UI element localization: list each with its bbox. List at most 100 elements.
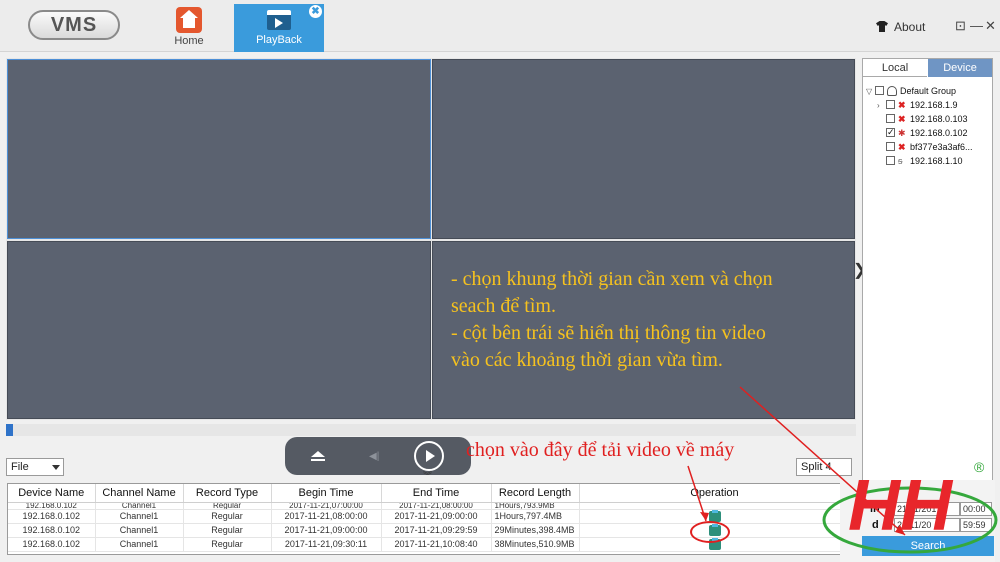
split-select[interactable]: Split 4 <box>796 458 852 476</box>
cell-channel: Channel1 <box>95 502 184 510</box>
search-button[interactable]: Search <box>862 536 994 556</box>
cell-type: Regular <box>183 537 272 552</box>
tab-local[interactable]: Local <box>863 59 927 77</box>
camera-icon: ᵴ <box>898 156 903 166</box>
begin-time-input[interactable]: 00:00 <box>960 502 992 516</box>
camera-offline-icon: ✖ <box>898 114 906 124</box>
video-grid: - chọn khung thời gian cần xem và chọn s… <box>6 58 856 420</box>
video-pane-2[interactable] <box>432 59 855 239</box>
previous-frame-icon[interactable]: ◀| <box>369 451 379 462</box>
col-device-name[interactable]: Device Name <box>8 484 96 503</box>
cell-begin: 2017-11-21,08:00:00 <box>271 509 382 524</box>
expand-icon[interactable]: › <box>877 100 886 112</box>
tree-item-device[interactable]: ✖ bf377e3a3af6... <box>886 141 973 153</box>
video-pane-1[interactable] <box>7 59 431 239</box>
device-label: 192.168.1.10 <box>910 156 963 166</box>
device-label: bf377e3a3af6... <box>910 142 973 152</box>
instruction-line-2: seach để tìm. <box>451 295 556 317</box>
restore-window-icon[interactable]: ⊡ <box>955 18 966 34</box>
split-select-value: Split 4 <box>801 461 832 473</box>
instruction-overlay: - chọn khung thời gian cần xem và chọn s… <box>451 266 861 374</box>
cell-end: 2017-11-21,10:08:40 <box>381 537 492 552</box>
cell-end: 2017-11-21,09:00:00 <box>381 509 492 524</box>
group-checkbox[interactable] <box>875 86 884 95</box>
title-bar: VMS Home PlayBack ✖ About ⊡ — ✕ <box>0 0 1000 52</box>
end-time-input[interactable]: 59:59 <box>960 518 992 532</box>
cell-length: 38Minutes,510.9MB <box>491 537 580 552</box>
expand-down-icon[interactable]: ︾ <box>423 472 433 481</box>
table-row[interactable]: 192.168.0.102 Channel1 Regular 2017-11-2… <box>8 502 851 510</box>
col-channel-name[interactable]: Channel Name <box>95 484 184 503</box>
cell-begin: 2017-11-21,09:30:11 <box>271 537 382 552</box>
record-table: Device Name Channel Name Record Type Beg… <box>7 483 855 555</box>
about-label: About <box>894 20 926 34</box>
file-select-value: File <box>11 461 29 473</box>
tab-close-icon[interactable]: ✖ <box>309 5 322 18</box>
tree-item-device[interactable]: › ✖ 192.168.1.9 <box>877 99 958 111</box>
tree-item-device[interactable]: ᵴ 192.168.1.10 <box>886 155 963 167</box>
device-checkbox[interactable] <box>886 142 895 151</box>
camera-offline-icon: ✖ <box>898 142 906 152</box>
cell-length: 1Hours,793.9MB <box>491 502 580 510</box>
shirt-icon <box>876 21 888 32</box>
panel-tabs: Local Device <box>863 59 992 77</box>
device-panel: Local Device ▽ Default Group › ✖ 192.168.1.… <box>862 58 993 498</box>
begin-time-label: in <box>870 503 880 515</box>
timeline-handle[interactable] <box>6 424 13 436</box>
col-record-type[interactable]: Record Type <box>183 484 272 503</box>
table-row[interactable]: 192.168.0.102 Channel1 Regular 2017-11-2… <box>8 509 851 524</box>
camera-offline-icon: ✖ <box>898 100 906 110</box>
cell-channel: Channel1 <box>95 537 184 552</box>
cell-begin: 2017-11-21,07:00:00 <box>271 502 382 510</box>
video-pane-4[interactable]: - chọn khung thời gian cần xem và chọn s… <box>432 241 855 419</box>
device-checkbox[interactable] <box>886 100 895 109</box>
tree-item-device[interactable]: ✱ 192.168.0.102 <box>886 126 968 139</box>
tab-playback[interactable]: PlayBack ✖ <box>234 4 324 52</box>
about-button[interactable]: About <box>876 20 925 34</box>
close-window-icon[interactable]: ✕ <box>985 18 996 34</box>
cell-type: Regular <box>183 523 272 538</box>
cell-begin: 2017-11-21,09:00:00 <box>271 523 382 538</box>
file-select[interactable]: File <box>6 458 64 476</box>
instruction-line-4: vào các khoảng thời gian vừa tìm. <box>451 349 723 371</box>
cell-end: 2017-11-21,08:00:00 <box>381 502 492 510</box>
device-label: 192.168.0.103 <box>910 114 968 124</box>
end-date-input[interactable]: 21/11/20 <box>894 518 960 532</box>
download-icon[interactable] <box>708 509 721 522</box>
device-checkbox[interactable] <box>886 156 895 165</box>
tree-item-device[interactable]: ✖ 192.168.0.103 <box>886 113 968 125</box>
tab-playback-label: PlayBack <box>256 34 302 46</box>
device-label: 192.168.0.102 <box>910 128 968 138</box>
device-label: 192.168.1.9 <box>910 100 958 110</box>
tree-group-default[interactable]: ▽ Default Group <box>866 85 956 97</box>
group-icon <box>887 86 897 96</box>
col-begin-time[interactable]: Begin Time <box>271 484 382 503</box>
video-pane-3[interactable] <box>7 241 431 419</box>
camera-online-icon: ✱ <box>898 128 906 138</box>
timeline-slider[interactable] <box>6 424 856 436</box>
col-operation: Operation <box>579 484 851 503</box>
cell-channel: Channel1 <box>95 509 184 524</box>
play-button[interactable] <box>414 441 444 471</box>
collapse-icon[interactable]: ▽ <box>866 86 875 98</box>
begin-date-input[interactable]: 21/11/201 <box>894 502 960 516</box>
tab-device[interactable]: Device <box>928 59 992 77</box>
col-end-time[interactable]: End Time <box>381 484 492 503</box>
vms-logo: VMS <box>28 10 120 40</box>
playback-controls: ◀| <box>285 437 471 475</box>
cell-length: 29Minutes,398.4MB <box>491 523 580 538</box>
eject-icon[interactable] <box>311 451 325 461</box>
download-annotation: chọn vào đây để tải video về máy <box>466 439 735 461</box>
cell-device: 192.168.0.102 <box>8 537 96 552</box>
col-record-length[interactable]: Record Length <box>491 484 580 503</box>
cell-type: Regular <box>183 502 272 510</box>
cell-channel: Channel1 <box>95 523 184 538</box>
cell-type: Regular <box>183 509 272 524</box>
device-checkbox[interactable] <box>886 126 895 138</box>
cell-length: 1Hours,797.4MB <box>491 509 580 524</box>
device-checkbox[interactable] <box>886 114 895 123</box>
minimize-window-icon[interactable]: — <box>970 18 983 33</box>
tab-home[interactable]: Home <box>164 4 214 52</box>
cell-device: 192.168.0.102 <box>8 523 96 538</box>
download-highlight-circle <box>690 521 730 543</box>
